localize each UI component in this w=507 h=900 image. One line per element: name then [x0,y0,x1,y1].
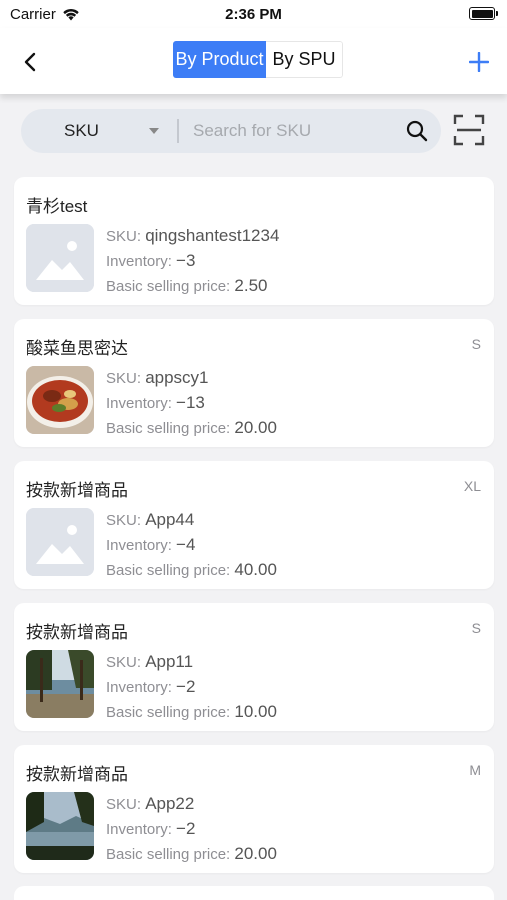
plus-icon [469,52,489,72]
sku-label: SKU: [106,796,142,813]
price-value: 20.00 [234,844,277,863]
search-icon[interactable] [406,120,428,142]
product-card[interactable]: 酸菜鱼思密达 S SKU: appscy1 Inventory: −13 Bas… [14,319,494,447]
product-name: 酸菜鱼思密达 [26,339,128,358]
inventory-line: Inventory: −2 [106,675,277,700]
price-line: Basic selling price: 40.00 [106,558,277,583]
product-spec: XL [463,478,481,494]
inventory-line: Inventory: −13 [106,391,277,416]
price-value: 10.00 [234,702,277,721]
tab-by-spu[interactable]: By SPU [266,41,343,78]
inventory-label: Inventory: [106,253,172,270]
product-card[interactable]: 青杉test SKU: qingshantest1234 Inventory: … [14,177,494,305]
product-name: 按款新增商品 [26,765,128,784]
inventory-line: Inventory: −2 [106,817,277,842]
sku-line: SKU: App22 [106,792,277,817]
price-value: 2.50 [234,276,268,295]
view-segmented-control: By Product By SPU [173,41,343,78]
inventory-label: Inventory: [106,395,172,412]
price-label: Basic selling price: [106,562,231,579]
price-value: 20.00 [234,418,277,437]
price-label: Basic selling price: [106,704,231,721]
lake-mountain-photo [26,792,94,860]
price-label: Basic selling price: [106,278,231,295]
food-dish-photo [26,366,94,434]
product-card[interactable]: 按款新增商品 S SKU: App11 Inventory: −2 Basic … [14,603,494,731]
product-card[interactable]: 按款新增商品 M SKU: App22 Inventory: −2 Basic … [14,745,494,873]
product-card[interactable]: 按款新增商品 XL SKU: App44 Inventory: −4 Basic… [14,461,494,589]
product-info: SKU: qingshantest1234 Inventory: −3 Basi… [106,224,279,299]
inventory-line: Inventory: −4 [106,533,277,558]
sku-label: SKU: [106,654,142,671]
sku-value: App11 [145,652,194,671]
price-value: 40.00 [234,560,277,579]
sku-line: SKU: qingshantest1234 [106,224,279,249]
product-name: 按款新增商品 [26,623,128,642]
scan-icon[interactable] [453,114,485,146]
status-bar: Carrier 2:36 PM [0,0,507,28]
add-button[interactable] [463,46,495,78]
nav-bar: By Product By SPU [0,28,507,94]
product-spec: S [471,336,481,352]
product-spec: M [469,762,481,778]
inventory-value: −3 [176,251,196,270]
tab-by-product[interactable]: By Product [173,41,266,78]
inventory-label: Inventory: [106,821,172,838]
product-info: SKU: appscy1 Inventory: −13 Basic sellin… [106,366,277,441]
price-label: Basic selling price: [106,420,231,437]
inventory-label: Inventory: [106,679,172,696]
sku-value: qingshantest1234 [145,226,280,245]
price-label: Basic selling price: [106,846,231,863]
inventory-value: −4 [176,535,196,554]
product-info: SKU: App22 Inventory: −2 Basic selling p… [106,792,277,867]
caret-down-icon [149,128,159,134]
placeholder-image-icon [26,224,94,292]
product-info: SKU: App44 Inventory: −4 Basic selling p… [106,508,277,583]
inventory-line: Inventory: −3 [106,249,279,274]
product-name: 按款新增商品 [26,481,128,500]
back-button[interactable] [14,46,46,78]
product-spec: S [471,620,481,636]
search-divider [177,119,179,143]
lake-trees-photo [26,650,94,718]
price-line: Basic selling price: 20.00 [106,416,277,441]
search-type-label: SKU [64,121,99,140]
search-input[interactable] [193,115,393,147]
inventory-label: Inventory: [106,537,172,554]
price-line: Basic selling price: 2.50 [106,274,279,299]
product-info: SKU: App11 Inventory: −2 Basic selling p… [106,650,277,725]
inventory-value: −2 [176,677,196,696]
battery-icon [469,7,498,20]
price-line: Basic selling price: 20.00 [106,842,277,867]
sku-line: SKU: appscy1 [106,366,277,391]
sku-value: App22 [145,794,195,813]
sku-value: App44 [145,510,195,529]
clock: 2:36 PM [225,6,282,23]
chevron-left-icon [24,52,36,72]
sku-value: appscy1 [145,368,209,387]
price-line: Basic selling price: 10.00 [106,700,277,725]
sku-line: SKU: App44 [106,508,277,533]
sku-line: SKU: App11 [106,650,277,675]
inventory-value: −2 [176,819,196,838]
search-bar: SKU [21,109,441,153]
product-name: 青杉test [26,197,88,216]
sku-label: SKU: [106,512,142,529]
search-type-dropdown[interactable]: SKU [21,109,177,153]
product-card-partial[interactable] [14,886,494,900]
placeholder-image-icon [26,508,94,576]
inventory-value: −13 [176,393,205,412]
sku-label: SKU: [106,228,142,245]
sku-label: SKU: [106,370,142,387]
